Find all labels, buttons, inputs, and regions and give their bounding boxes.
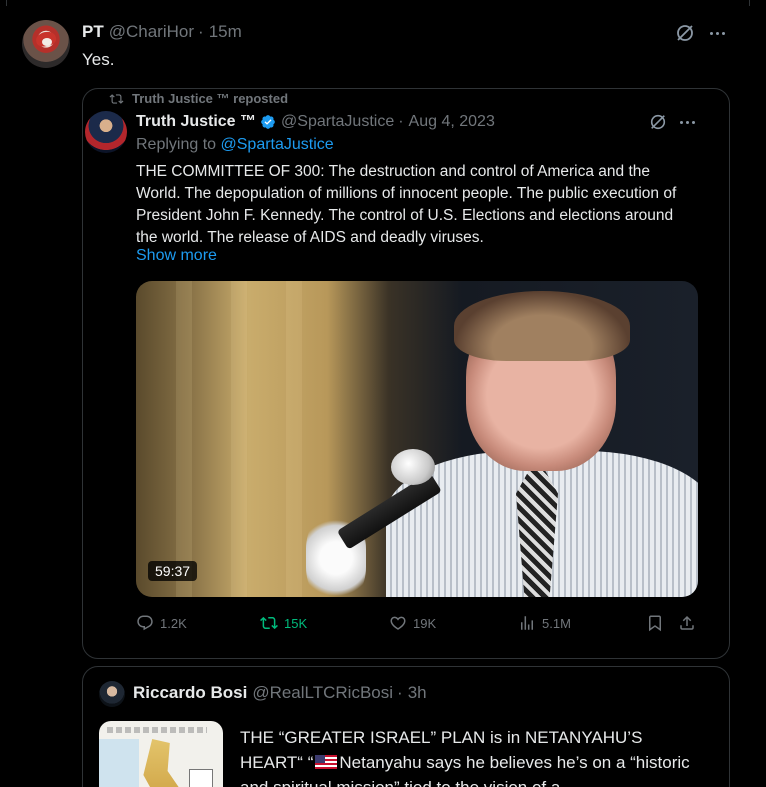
like-count: 19K [413,615,437,631]
post-text: Yes. [82,50,115,69]
video-duration-badge: 59:37 [148,561,198,581]
share-icon [680,615,694,630]
bookmark-button[interactable] [646,611,664,635]
quoted-author-handle[interactable]: @SpartaJustice [281,113,394,131]
post-time[interactable]: 15m [209,22,242,42]
heart-icon [390,616,406,630]
views-icon [521,616,533,630]
quoted-post-2[interactable]: Riccardo Bosi @RealLTCRicBosi · 3h THE “… [82,666,730,787]
map-thumbnail[interactable] [99,721,223,787]
map-legend [189,769,213,787]
action-bar: 1.2K 15K 19K 5.1M [136,611,701,635]
separator: · [198,22,204,41]
quoted-post[interactable]: Truth Justice ™ reposted Truth Justice ™… [82,88,730,659]
repost-icon [109,93,124,104]
map-caption [107,727,207,733]
curtain-fold [286,281,302,597]
bookmark-icon [649,615,661,632]
more-dots [679,120,695,124]
like-button[interactable]: 19K [389,611,436,635]
more-icon[interactable] [675,111,699,133]
repost-count: 15K [284,615,308,631]
separator: · [397,683,403,702]
post[interactable]: PT @ChariHor · 15m Yes. Truth Justice ™ … [0,6,750,787]
author-handle[interactable]: @ChariHor [109,22,194,42]
author-name[interactable]: PT [82,22,104,42]
post-header: PT @ChariHor · 15m [82,22,242,42]
video-frame-mic-head [391,449,435,485]
repost-indicator: Truth Justice ™ reposted [109,91,288,106]
map-region [143,739,179,787]
more-dots [709,31,725,35]
repost-icon [260,616,278,630]
grok-icon[interactable] [647,111,669,133]
quoted-avatar[interactable] [99,681,125,707]
video-player[interactable]: 59:37 [136,281,698,597]
reply-button[interactable]: 1.2K [136,611,187,635]
quoted-avatar[interactable] [85,111,127,153]
grok-icon-svg [650,114,666,130]
us-flag-icon [315,755,338,769]
map-sea [99,739,139,787]
separator: · [398,113,404,130]
replying-prefix: Replying to [136,136,217,153]
grok-icon[interactable] [674,22,696,44]
quoted-header: Riccardo Bosi @RealLTCRicBosi · 3h [133,683,427,703]
more-icon[interactable] [705,22,729,44]
curtain-fold [176,281,192,597]
quoted-header: Truth Justice ™ @SpartaJustice · Aug 4, … [136,111,495,133]
verified-badge-icon [261,115,275,129]
scrollbar-track[interactable] [750,0,766,787]
avatar[interactable] [22,20,70,68]
views-button[interactable]: 5.1M [518,611,571,635]
show-more-link[interactable]: Show more [136,247,217,265]
quoted-post-time[interactable]: 3h [408,683,427,703]
repost-label[interactable]: Truth Justice ™ reposted [132,91,288,106]
replying-handle-link[interactable]: @SpartaJustice [221,136,334,153]
curtain-fold [231,281,247,597]
quoted-post-2-body: THE “GREATER ISRAEL” PLAN is in NETANYAH… [240,725,710,787]
repost-button[interactable]: 15K [260,611,307,635]
quoted-post-body: THE COMMITTEE OF 300: The destruction an… [136,163,677,246]
quoted-post-date[interactable]: Aug 4, 2023 [409,113,495,131]
reply-icon [137,615,153,631]
replying-to: Replying to @SpartaJustice [136,136,334,154]
quoted-author-name[interactable]: Riccardo Bosi [133,683,247,703]
reply-count: 1.2K [160,615,187,631]
grok-icon-svg [677,25,693,41]
avatar-art-highlight [42,38,52,46]
quoted-author-name[interactable]: Truth Justice ™ [136,113,256,131]
quoted-author-handle[interactable]: @RealLTCRicBosi [252,683,393,703]
share-button[interactable] [678,611,696,635]
video-frame-hair [454,291,630,361]
views-count: 5.1M [542,615,571,631]
